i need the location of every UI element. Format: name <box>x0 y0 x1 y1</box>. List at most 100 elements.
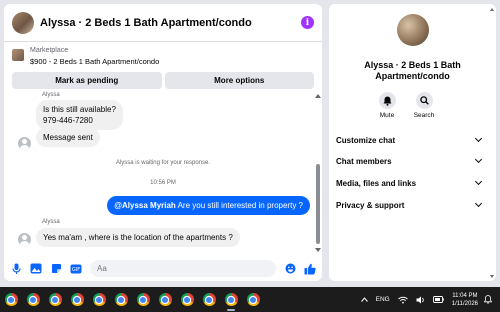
outgoing-message-bubble: @Alyssa Myriah Are you still interested … <box>107 196 310 215</box>
info-scrollbar[interactable] <box>490 8 494 278</box>
listing-detail[interactable]: $900 - 2 Beds 1 Bath Apartment/condo <box>30 56 159 67</box>
mark-as-pending-button[interactable]: Mark as pending <box>12 72 162 89</box>
sender-name: Alyssa <box>42 219 60 225</box>
chrome-icon <box>48 293 62 306</box>
message-text: Are you still interested in property ? <box>177 201 303 210</box>
chat-header: Alyssa · 2 Beds 1 Bath Apartment/condo i <box>4 4 322 42</box>
phone-number[interactable]: 979-446-7280 <box>43 115 116 126</box>
thumbs-up-icon[interactable] <box>304 263 316 275</box>
clock-date: 1/11/2026 <box>451 300 478 307</box>
listing-thumbnail <box>12 49 24 61</box>
avatar[interactable] <box>18 233 31 246</box>
chrome-icon <box>4 293 18 306</box>
chevron-down-icon <box>474 199 483 208</box>
info-title: Alyssa · 2 Beds 1 Bath Apartment/condo <box>364 60 461 81</box>
volume-icon[interactable] <box>416 296 425 304</box>
section-privacy-support[interactable]: Privacy & support <box>336 198 484 212</box>
message-bubble: Message sent <box>36 128 100 147</box>
avatar[interactable] <box>18 137 31 150</box>
search-icon[interactable] <box>415 92 433 109</box>
message-text: Is this still available? <box>43 105 116 114</box>
chrome-icon <box>224 293 238 306</box>
clock-time: 11:04 PM <box>452 292 478 299</box>
taskbar-app[interactable] <box>44 287 66 312</box>
taskbar: ENG 11:04 PM 1/11/2026 <box>0 287 500 312</box>
listing-photo[interactable] <box>397 14 429 46</box>
battery-icon[interactable] <box>432 296 444 303</box>
message-bubble: Is this still available? 979-446-7280 <box>36 100 123 130</box>
marketplace-label: Marketplace <box>30 47 69 54</box>
chrome-icon <box>70 293 84 306</box>
chrome-icon <box>92 293 106 306</box>
section-label: Media, files and links <box>336 178 417 188</box>
microphone-icon[interactable] <box>10 263 22 275</box>
scroll-down-arrow-icon[interactable] <box>490 275 494 278</box>
chevron-down-icon <box>474 134 483 143</box>
search-button[interactable]: Search <box>404 92 444 119</box>
chrome-icon <box>158 293 172 306</box>
photo-icon[interactable] <box>30 263 42 275</box>
section-label: Customize chat <box>336 135 396 145</box>
chrome-icon <box>26 293 40 306</box>
gif-icon[interactable]: GIF <box>70 263 82 275</box>
info-icon[interactable]: i <box>301 16 314 29</box>
taskbar-app[interactable] <box>88 287 110 312</box>
sticker-icon[interactable] <box>50 263 62 275</box>
marketplace-banner: Marketplace $900 - 2 Beds 1 Bath Apartme… <box>4 42 322 89</box>
taskbar-app[interactable] <box>0 287 22 312</box>
chrome-icon <box>246 293 260 306</box>
chat-title[interactable]: Alyssa · 2 Beds 1 Bath Apartment/condo <box>40 17 301 29</box>
section-label: Privacy & support <box>336 200 405 210</box>
more-options-button[interactable]: More options <box>164 72 314 89</box>
mention[interactable]: @Alyssa Myriah <box>114 201 176 210</box>
taskbar-app[interactable] <box>22 287 44 312</box>
conversation-info-panel: Alyssa · 2 Beds 1 Bath Apartment/condo M… <box>329 4 496 281</box>
message-bubble: Yes ma'am , where is the location of the… <box>36 228 240 247</box>
scroll-thumb[interactable] <box>316 164 320 244</box>
chevron-down-icon <box>474 177 483 186</box>
clock[interactable]: 11:04 PM 1/11/2026 <box>452 292 478 308</box>
message-text: Message sent <box>43 133 93 142</box>
scroll-up-arrow-icon[interactable] <box>490 8 494 11</box>
taskbar-app[interactable] <box>110 287 132 312</box>
composer: GIF <box>4 256 322 281</box>
listing-avatar[interactable] <box>12 11 34 34</box>
taskbar-app[interactable] <box>154 287 176 312</box>
section-media-files-links[interactable]: Media, files and links <box>336 176 484 190</box>
chevron-up-icon[interactable] <box>360 297 368 302</box>
taskbar-app[interactable] <box>176 287 198 312</box>
scroll-down-arrow-icon[interactable] <box>315 248 321 252</box>
chat-panel: Alyssa · 2 Beds 1 Bath Apartment/condo i… <box>4 4 322 281</box>
scroll-up-arrow-icon[interactable] <box>315 94 321 98</box>
system-tray: ENG 11:04 PM 1/11/2026 <box>360 287 500 312</box>
taskbar-app[interactable] <box>198 287 220 312</box>
svg-text:GIF: GIF <box>72 267 80 273</box>
bell-icon[interactable] <box>378 92 396 109</box>
sender-name: Alyssa <box>42 92 60 98</box>
emoji-icon[interactable] <box>284 263 296 275</box>
chrome-icon <box>202 293 216 306</box>
timestamp: 10:56 PM <box>150 180 176 186</box>
section-chat-members[interactable]: Chat members <box>336 154 484 168</box>
chrome-icon <box>180 293 194 306</box>
section-customize-chat[interactable]: Customize chat <box>336 133 484 147</box>
mute-label: Mute <box>379 112 395 119</box>
chrome-icon <box>114 293 128 306</box>
message-input[interactable] <box>90 260 276 277</box>
taskbar-app[interactable] <box>242 287 264 312</box>
section-label: Chat members <box>336 156 392 166</box>
message-text: Yes ma'am , where is the location of the… <box>43 233 233 242</box>
taskbar-app-active[interactable] <box>220 287 242 312</box>
search-label: Search <box>413 112 435 119</box>
wifi-icon[interactable] <box>397 296 408 304</box>
taskbar-app[interactable] <box>132 287 154 312</box>
language-indicator[interactable]: ENG <box>376 296 390 303</box>
message-list: Alyssa Is this still available? 979-446-… <box>4 90 322 256</box>
waiting-note: Alyssa is waiting for your response. <box>115 160 211 166</box>
notification-bell-icon[interactable] <box>484 295 492 304</box>
chevron-down-icon <box>474 155 483 164</box>
mute-button[interactable]: Mute <box>367 92 407 119</box>
chrome-icon <box>136 293 150 306</box>
message-scrollbar[interactable] <box>315 94 321 252</box>
taskbar-app[interactable] <box>66 287 88 312</box>
